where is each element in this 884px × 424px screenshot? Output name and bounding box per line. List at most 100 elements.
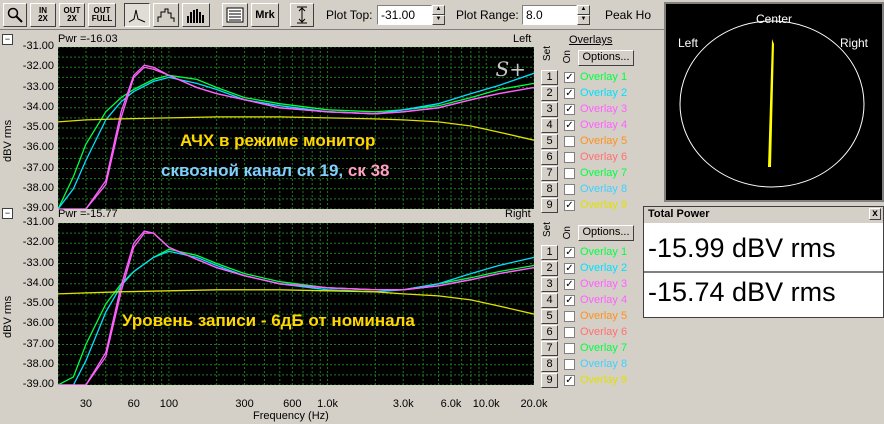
overlay-set-button[interactable]: 3 (541, 277, 558, 292)
set-column-label: Set (542, 222, 553, 238)
plot-top-spinner[interactable]: ▲ ▼ (432, 5, 445, 25)
plot-top-input[interactable]: -31.00 (377, 5, 432, 25)
overlay-on-checkbox[interactable]: ✓ (564, 120, 575, 131)
overlay-on-checkbox[interactable] (564, 168, 575, 179)
overlay-row: 1 ✓ Overlay 1 (538, 70, 658, 86)
y-tick-label: -33.00 (22, 80, 54, 93)
overlay-set-button[interactable]: 2 (541, 261, 558, 276)
plot-top-label: Plot Top: (326, 8, 373, 22)
y-tick-label: -32.00 (22, 236, 54, 249)
annotation-level: Уровень записи - 6дБ от номинала (122, 311, 415, 330)
divider (644, 271, 883, 273)
plot-range-spinner[interactable]: ▲ ▼ (577, 5, 590, 25)
overlay-on-checkbox[interactable] (564, 152, 575, 163)
left-channel-plot[interactable]: S+ АЧХ в режиме монитор сквозной канал с… (58, 47, 534, 209)
spin-down-icon[interactable]: ▼ (432, 15, 445, 25)
spectrum-plot-area: − Pwr =-16.03 Left − Pwr =-15.77 Right S… (0, 32, 655, 424)
y-tick-label: -39.00 (22, 202, 54, 214)
overlay-label: Overlay 9 (580, 374, 628, 386)
scope-center-label: Center (756, 12, 793, 26)
magnifier-button[interactable] (3, 3, 27, 27)
overlay-set-button[interactable]: 2 (541, 86, 558, 101)
overlay-on-checkbox[interactable]: ✓ (564, 200, 575, 211)
marker-button[interactable]: Mrk (251, 3, 279, 27)
overlay-set-button[interactable]: 4 (541, 118, 558, 133)
overlay-set-button[interactable]: 1 (541, 70, 558, 85)
overlay-row: 6 Overlay 6 (538, 150, 658, 166)
zoom-out-full-button[interactable]: OUT FULL (88, 3, 116, 27)
line-plot-mode-button[interactable] (124, 3, 150, 27)
overlay-on-checkbox[interactable] (564, 327, 575, 338)
watermark-logo: S+ (495, 57, 526, 81)
overlay-row: 9 ✓ Overlay 9 (538, 373, 658, 389)
overlay-row: 8 Overlay 8 (538, 357, 658, 373)
overlay-set-button[interactable]: 5 (541, 134, 558, 149)
phase-scope-chart (679, 20, 865, 188)
overlay-set-button[interactable]: 8 (541, 357, 558, 372)
overlay-set-button[interactable]: 7 (541, 341, 558, 356)
overlay-set-button[interactable]: 9 (541, 198, 558, 213)
overlay-on-checkbox[interactable] (564, 311, 575, 322)
phase-scope: Center Left Right (664, 2, 884, 202)
x-tick-label: 60 (127, 398, 140, 410)
overlay-row: 8 Overlay 8 (538, 182, 658, 198)
overlay-on-checkbox[interactable]: ✓ (564, 295, 575, 306)
overlay-row: 5 Overlay 5 (538, 309, 658, 325)
peak-hold-label[interactable]: Peak Ho (605, 8, 651, 22)
options-button-top[interactable]: Options... (578, 50, 634, 66)
plot-range-input[interactable]: 8.0 (522, 5, 577, 25)
y-tick-label: -31.00 (22, 40, 54, 52)
overlay-set-button[interactable]: 7 (541, 166, 558, 181)
zoom-in-2x-button[interactable]: IN 2X (30, 3, 56, 27)
overlay-set-button[interactable]: 5 (541, 309, 558, 324)
overlay-on-checkbox[interactable] (564, 136, 575, 147)
total-power-title: Total Power (648, 208, 710, 220)
right-channel-chart (58, 223, 534, 385)
zoom-out-2x-button[interactable]: OUT 2X (59, 3, 85, 27)
y-tick-label: -39.00 (22, 378, 54, 390)
y-tick-label: -31.00 (22, 216, 54, 228)
on-column-label: On (562, 50, 573, 64)
overlay-set-button[interactable]: 4 (541, 293, 558, 308)
overlay-on-checkbox[interactable]: ✓ (564, 104, 575, 115)
overlay-label: Overlay 6 (580, 326, 628, 338)
overlay-row: 7 Overlay 7 (538, 166, 658, 182)
overlay-set-button[interactable]: 3 (541, 102, 558, 117)
overlay-on-checkbox[interactable]: ✓ (564, 279, 575, 290)
bottom-overlays-panel: Set On Options... 1 ✓ Overlay 1 2 ✓ Overlay 2… (538, 222, 658, 402)
vertical-scale-button[interactable] (290, 3, 314, 27)
spin-down-icon[interactable]: ▼ (577, 15, 590, 25)
display-settings-button[interactable] (222, 3, 248, 27)
overlay-on-checkbox[interactable] (564, 359, 575, 370)
top-channel-label: Left (513, 33, 532, 45)
step-plot-mode-button[interactable] (153, 3, 179, 27)
overlay-on-checkbox[interactable]: ✓ (564, 263, 575, 274)
overlay-label: Overlay 4 (580, 294, 628, 306)
close-icon[interactable]: x (869, 208, 881, 220)
overlay-on-checkbox[interactable] (564, 343, 575, 354)
options-button-bottom[interactable]: Options... (578, 225, 634, 241)
overlay-set-button[interactable]: 1 (541, 245, 558, 260)
overlay-row: 2 ✓ Overlay 2 (538, 261, 658, 277)
overlay-on-checkbox[interactable]: ✓ (564, 72, 575, 83)
right-channel-plot[interactable]: Уровень записи - 6дБ от номинала (58, 223, 534, 385)
overlay-set-button[interactable]: 8 (541, 182, 558, 197)
overlay-set-button[interactable]: 6 (541, 150, 558, 165)
vertical-range-icon (297, 6, 307, 24)
y-tick-label: -34.00 (22, 100, 54, 113)
overlay-label: Overlay 2 (580, 262, 628, 274)
overlay-on-checkbox[interactable]: ✓ (564, 88, 575, 99)
spin-up-icon[interactable]: ▲ (577, 5, 590, 15)
overlay-on-checkbox[interactable] (564, 184, 575, 195)
overlay-set-button[interactable]: 9 (541, 373, 558, 388)
overlay-on-checkbox[interactable]: ✓ (564, 247, 575, 258)
bar-plot-icon (187, 9, 204, 23)
spin-up-icon[interactable]: ▲ (432, 5, 445, 15)
bar-plot-mode-button[interactable] (182, 3, 210, 27)
annotation-part-1: сквозной канал ск 19, (161, 161, 344, 180)
overlay-label: Overlay 7 (580, 167, 628, 179)
overlay-on-checkbox[interactable]: ✓ (564, 375, 575, 386)
total-power-titlebar[interactable]: Total Power x (644, 207, 883, 223)
toolbar: IN 2X OUT 2X OUT FULL Mrk Plot Top: -31.00 … (0, 0, 664, 30)
overlay-set-button[interactable]: 6 (541, 325, 558, 340)
